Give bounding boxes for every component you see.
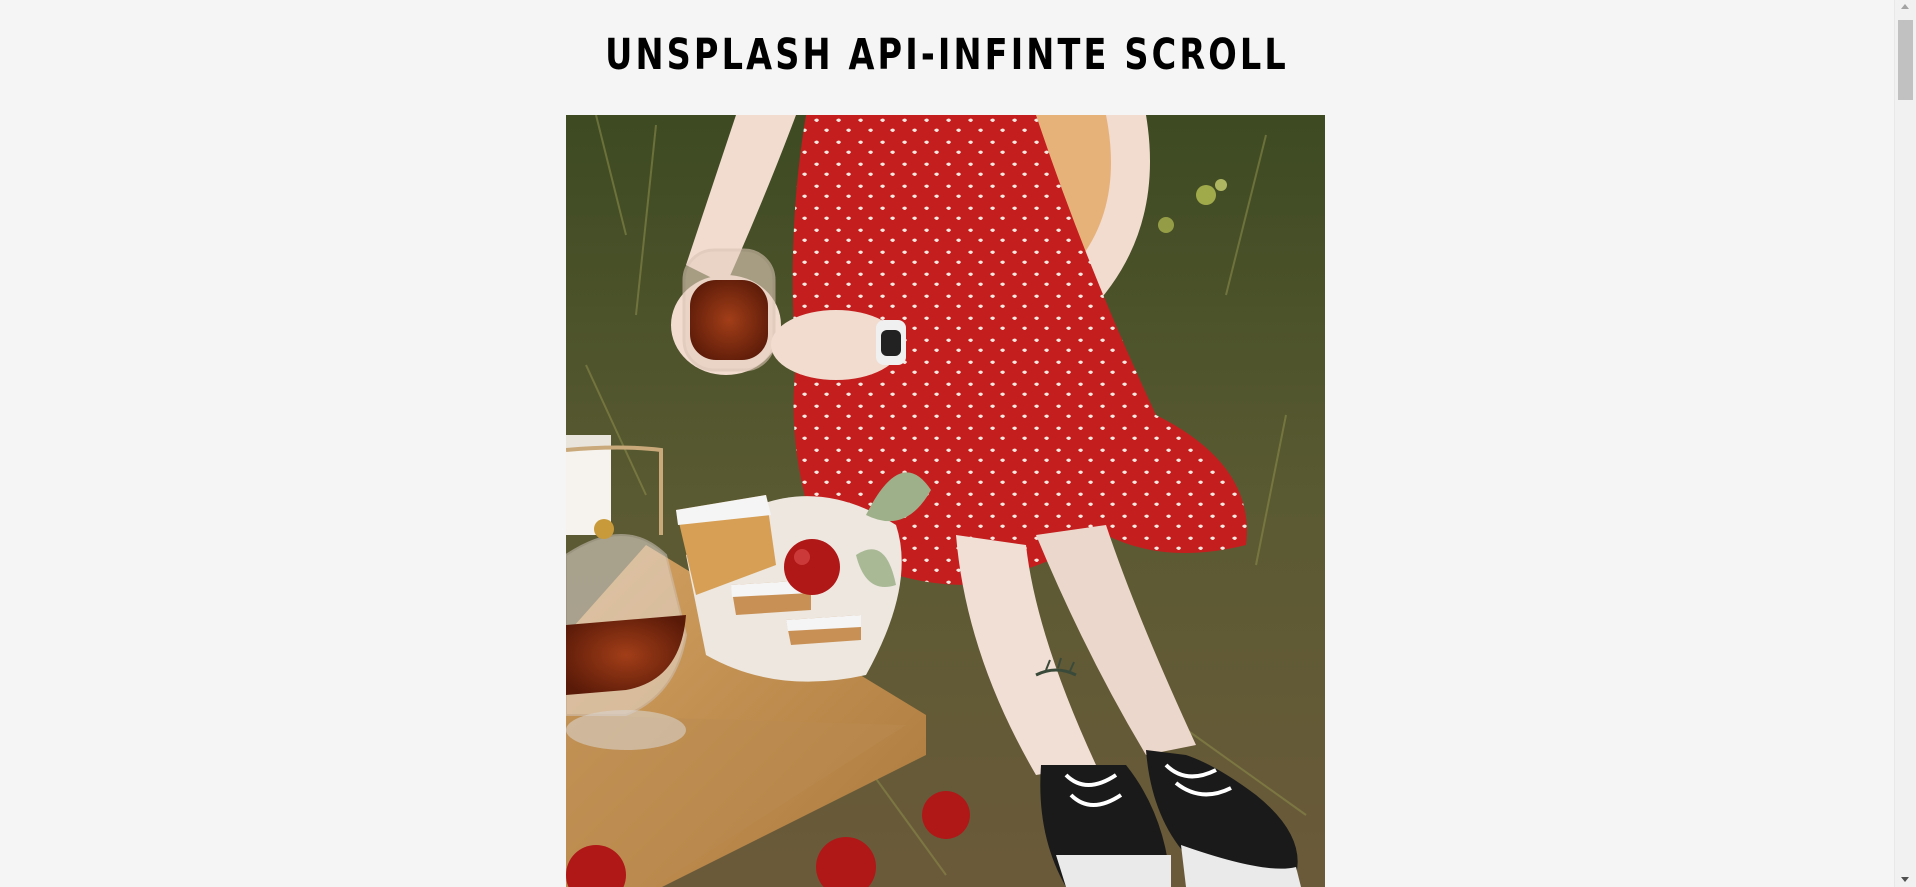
scroll-down-arrow-icon[interactable] [1895,873,1916,887]
scroll-thumb[interactable] [1898,20,1913,100]
page-title: UNSPLASH API-INFINTE SCROLL [605,30,1289,80]
image-container [566,115,1325,887]
scrollbar[interactable] [1894,0,1916,887]
page: UNSPLASH API-INFINTE SCROLL [0,0,1916,887]
scroll-up-arrow-icon[interactable] [1895,0,1916,14]
gallery-photo[interactable] [566,115,1325,887]
